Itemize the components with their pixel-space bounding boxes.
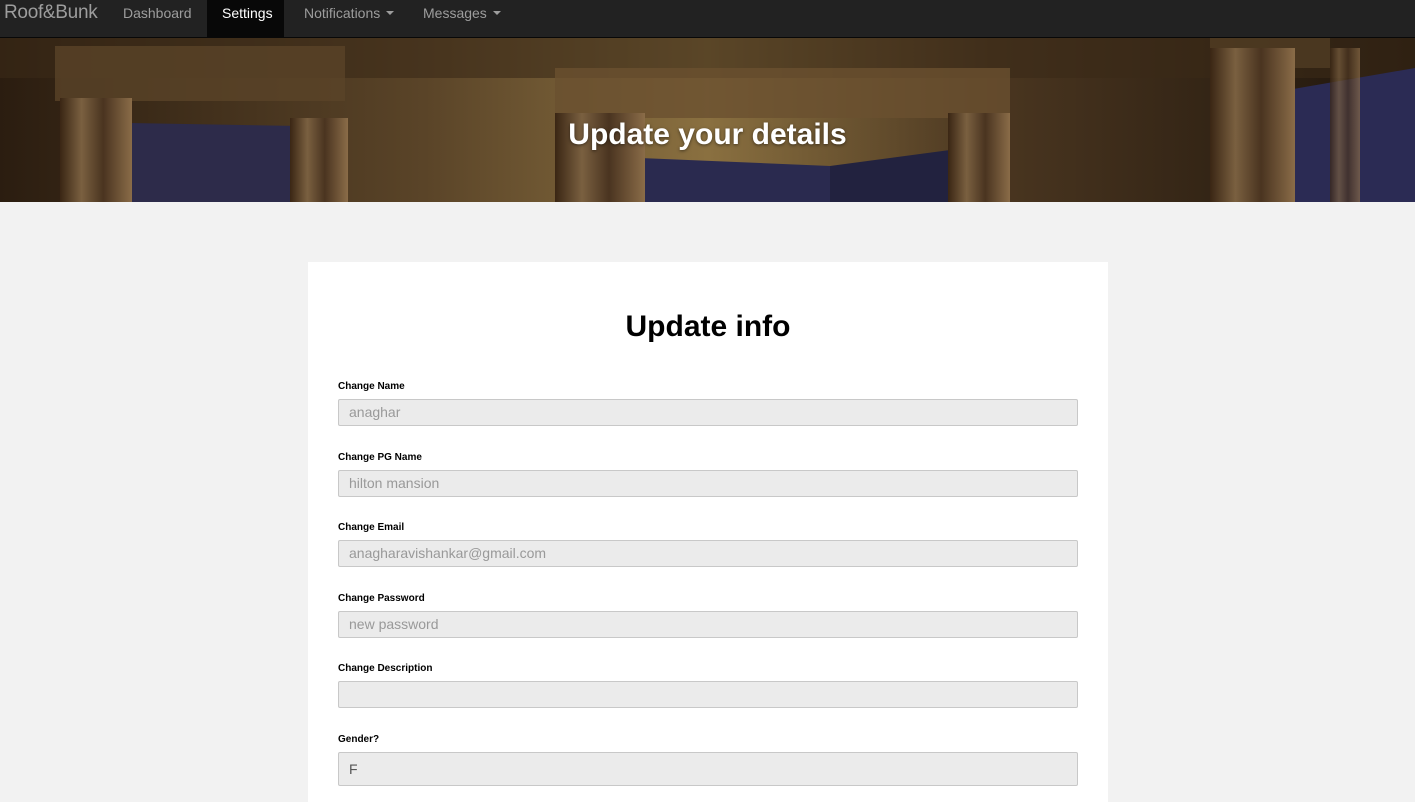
name-input[interactable]: anaghar xyxy=(338,399,1078,426)
pg-name-field-group: Change PG Name hilton mansion xyxy=(338,452,1078,497)
email-label: Change Email xyxy=(338,522,405,533)
update-info-card: Update info Change Name anaghar Change P… xyxy=(308,262,1108,802)
caret-down-icon xyxy=(492,11,501,16)
email-input[interactable]: anagharavishankar@gmail.com xyxy=(338,540,1078,567)
description-input[interactable] xyxy=(338,681,1078,708)
gender-select[interactable]: F xyxy=(338,752,1078,786)
gender-field-group: Gender? F xyxy=(338,734,1078,786)
pg-name-input[interactable]: hilton mansion xyxy=(338,470,1078,497)
nav-dashboard-label: Dashboard xyxy=(123,5,192,21)
name-field-group: Change Name anaghar xyxy=(338,381,1078,426)
pg-name-label: Change PG Name xyxy=(338,452,422,463)
nav-messages-label: Messages xyxy=(423,5,487,21)
password-field-group: Change Password new password xyxy=(338,593,1078,638)
password-label: Change Password xyxy=(338,593,425,604)
gender-label: Gender? xyxy=(338,734,380,745)
description-field-group: Change Description xyxy=(338,663,1078,708)
nav-messages-dropdown[interactable]: Messages xyxy=(408,0,516,38)
nav-dashboard[interactable]: Dashboard xyxy=(108,0,207,38)
form-title: Update info xyxy=(625,310,791,343)
hero-banner: Update your details xyxy=(0,38,1415,202)
nav-settings-label: Settings xyxy=(222,5,273,21)
name-label: Change Name xyxy=(338,381,405,392)
nav-notifications-dropdown[interactable]: Notifications xyxy=(289,0,409,38)
hero-title: Update your details xyxy=(568,118,847,151)
description-label: Change Description xyxy=(338,663,433,674)
caret-down-icon xyxy=(386,11,395,16)
email-field-group: Change Email anagharavishankar@gmail.com xyxy=(338,522,1078,567)
top-navbar: Roof&Bunk Dashboard Settings Notificatio… xyxy=(0,0,1415,38)
brand-logo[interactable]: Roof&Bunk xyxy=(4,2,98,24)
nav-settings[interactable]: Settings xyxy=(207,0,284,38)
password-input[interactable]: new password xyxy=(338,611,1078,638)
nav-notifications-label: Notifications xyxy=(304,5,381,21)
